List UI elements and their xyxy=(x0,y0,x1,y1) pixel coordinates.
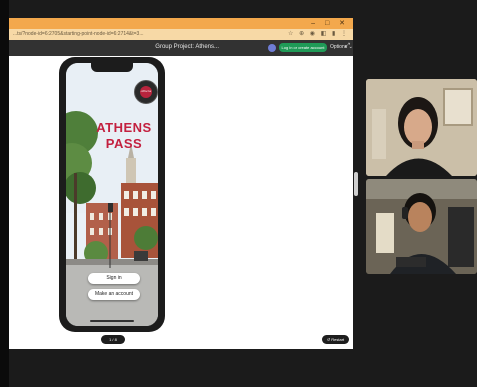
athens-logo: Athens xyxy=(134,80,158,104)
minimize-icon[interactable]: – xyxy=(311,20,319,27)
left-edge-strip xyxy=(0,0,9,387)
phone-screen: Athens ATHENS PASS Sign in Make an accou… xyxy=(66,63,158,326)
participant-video-2 xyxy=(366,179,477,274)
maximize-icon[interactable]: □ xyxy=(325,20,333,27)
login-button[interactable]: Log in or create account xyxy=(279,43,327,52)
url-text[interactable]: ...ts/?node-id=6:2705&starting-point-nod… xyxy=(13,31,144,37)
prototype-app-bar: Group Project: Athens... Log in or creat… xyxy=(9,40,353,56)
home-indicator xyxy=(90,320,134,322)
expand-icon[interactable]: ⤢ xyxy=(345,43,350,50)
make-account-button[interactable]: Make an account xyxy=(88,289,140,300)
browser-extension-icons[interactable]: ☆ ⊕ ◉ ◧ ▮ ⋮ xyxy=(288,30,349,37)
brand-title-line1: ATHENS xyxy=(96,120,152,135)
restart-button[interactable]: ↺ Restart xyxy=(322,335,349,344)
address-bar[interactable]: ...ts/?node-id=6:2705&starting-point-nod… xyxy=(9,29,353,40)
browser-title-bar: – □ ✕ xyxy=(9,18,353,29)
phone-notch xyxy=(91,63,133,72)
video-tile-participant-2[interactable] xyxy=(366,179,477,274)
prototype-canvas: Athens ATHENS PASS Sign in Make an accou… xyxy=(9,56,353,349)
sign-in-button[interactable]: Sign in xyxy=(88,273,140,284)
brand-title-line2: PASS xyxy=(105,136,143,151)
participant-video-1 xyxy=(366,79,477,176)
video-tile-participant-1[interactable] xyxy=(366,79,477,176)
window-controls[interactable]: – □ ✕ xyxy=(311,19,349,27)
frame-pager[interactable]: 1 / 8 xyxy=(101,335,125,344)
avatar[interactable] xyxy=(268,44,276,52)
file-title[interactable]: Group Project: Athens... xyxy=(9,44,219,50)
close-icon[interactable]: ✕ xyxy=(339,20,349,27)
panel-resize-handle[interactable] xyxy=(354,172,358,196)
logo-text: Athens xyxy=(140,89,152,93)
